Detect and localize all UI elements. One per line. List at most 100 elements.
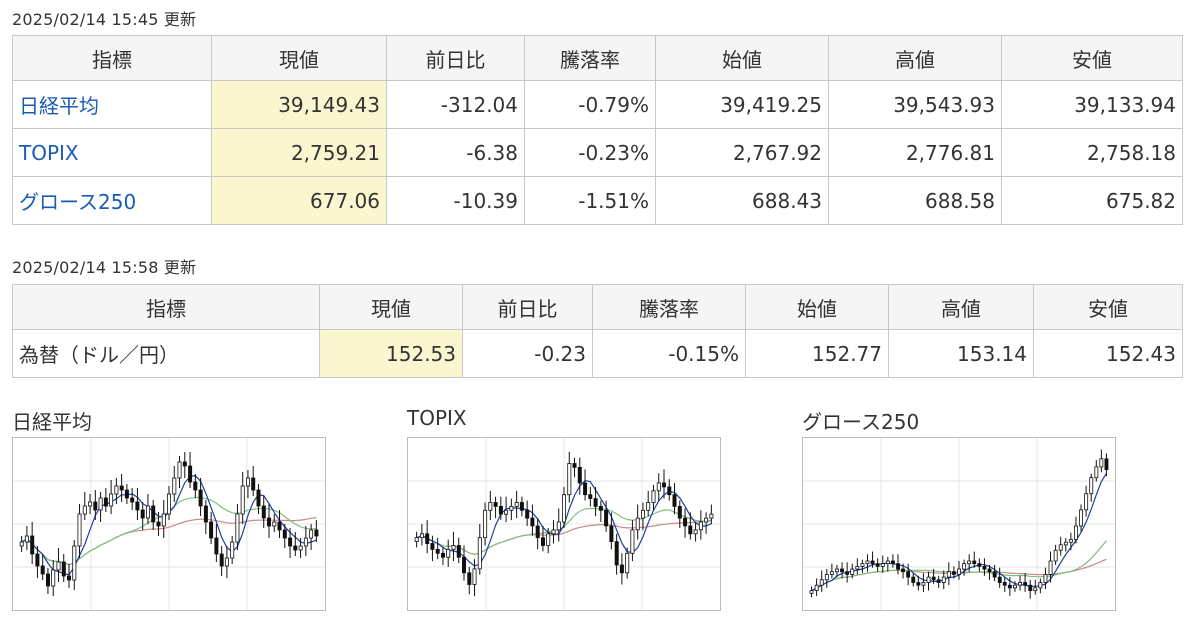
candle-body [88, 501, 93, 507]
high-value: 688.58 [828, 176, 1002, 225]
candle-body [251, 477, 256, 491]
candle-body [130, 497, 135, 503]
candle-body [261, 505, 266, 519]
candle-body [441, 552, 446, 558]
candle-body [1023, 582, 1028, 586]
candle-body [614, 541, 619, 566]
header-low: 安値 [1033, 284, 1183, 330]
candle-body [997, 576, 1002, 583]
candle-body [282, 529, 287, 539]
candle-body [46, 573, 51, 587]
rate-value: -0.23% [524, 128, 656, 177]
candle-body [906, 571, 911, 578]
candle-body [709, 513, 714, 519]
candle-body [1012, 584, 1017, 589]
current-value: 677.06 [211, 176, 387, 225]
candle-body [98, 497, 103, 511]
candle-body [819, 579, 824, 586]
candle-body [926, 576, 931, 583]
candle-body [1068, 539, 1073, 543]
current-value: 152.53 [319, 329, 463, 378]
candle-body [35, 553, 40, 567]
index-name-cell: TOPIX [12, 128, 212, 177]
candle-body [462, 556, 467, 574]
rate-value: -0.79% [524, 80, 656, 129]
candle-body [551, 529, 556, 535]
candle-body [509, 506, 514, 511]
candle-body [209, 521, 214, 539]
index-link-nikkei[interactable]: 日経平均 [19, 94, 99, 118]
nikkei-candlestick-chart [13, 438, 325, 610]
candle-body [845, 571, 850, 575]
candle-body [504, 509, 509, 515]
candle-body [124, 489, 129, 499]
candle-body [604, 509, 609, 527]
candle-body [414, 537, 419, 542]
index-name-cell: グロース250 [12, 176, 212, 225]
header-change: 前日比 [386, 35, 525, 81]
header-current: 現値 [211, 35, 387, 81]
candle-body [683, 517, 688, 527]
candle-body [56, 561, 61, 571]
candle-body [1079, 509, 1083, 527]
candle-body [140, 509, 145, 519]
index-link-topix[interactable]: TOPIX [19, 141, 79, 165]
candle-body [855, 565, 860, 570]
candle-body [93, 501, 98, 511]
candle-body [530, 517, 535, 527]
candle-body [277, 521, 282, 531]
candle-body [972, 560, 977, 565]
candle-body [640, 509, 645, 519]
candle-body [309, 529, 314, 539]
table-row: 為替（ドル／円） 152.53 -0.23 -0.15% 152.77 153.… [12, 329, 1183, 378]
open-value: 39,419.25 [655, 80, 829, 129]
candle-body [224, 557, 229, 567]
candle-body [193, 481, 198, 491]
table-row: TOPIX 2,759.21 -6.38 -0.23% 2,767.92 2,7… [12, 128, 1183, 177]
candle-body [677, 506, 682, 519]
candle-body [288, 537, 293, 547]
candle-body [514, 502, 519, 507]
candle-body [245, 477, 250, 487]
nikkei-chart[interactable] [12, 437, 326, 611]
header-low: 安値 [1001, 35, 1183, 81]
candle-body [214, 537, 219, 555]
fx-rate-table: 指標 現値 前日比 騰落率 始値 高値 安値 為替（ドル／円） 152.53 -… [12, 284, 1183, 378]
candle-body [921, 582, 926, 586]
candle-body [435, 549, 440, 554]
candle-body [588, 494, 593, 500]
candle-body [619, 564, 624, 574]
low-value: 152.43 [1033, 329, 1183, 378]
candle-body [583, 482, 588, 496]
topix-chart[interactable] [407, 437, 721, 611]
candle-body [230, 541, 235, 559]
candle-body [266, 517, 271, 527]
candle-body [656, 482, 661, 492]
candle-body [567, 463, 572, 496]
candle-body [688, 525, 693, 535]
stock-index-table: 指標 現値 前日比 騰落率 始値 高値 安値 日経平均 39,149.43 -3… [12, 35, 1183, 225]
candle-body [519, 502, 524, 511]
candle-body [1073, 525, 1078, 540]
candle-body [1063, 541, 1068, 546]
candle-body [625, 552, 630, 574]
candle-body [1018, 582, 1022, 586]
high-value: 153.14 [888, 329, 1034, 378]
candle-body [593, 498, 598, 507]
fx-name-usdjpy: 為替（ドル／円） [19, 343, 179, 367]
candle-body [561, 494, 566, 523]
candle-body [30, 535, 35, 555]
candle-body [1033, 587, 1038, 591]
candle-body [885, 560, 890, 565]
candle-body [419, 533, 424, 539]
candle-body [182, 461, 187, 467]
candle-body [982, 565, 987, 570]
index-link-growth250[interactable]: グロース250 [19, 190, 136, 214]
candle-body [203, 505, 208, 523]
candle-body [891, 560, 895, 565]
high-value: 2,776.81 [828, 128, 1002, 177]
growth250-chart[interactable] [802, 437, 1116, 611]
candle-body [40, 565, 45, 575]
header-rate: 騰落率 [524, 35, 656, 81]
candle-body [916, 582, 921, 586]
